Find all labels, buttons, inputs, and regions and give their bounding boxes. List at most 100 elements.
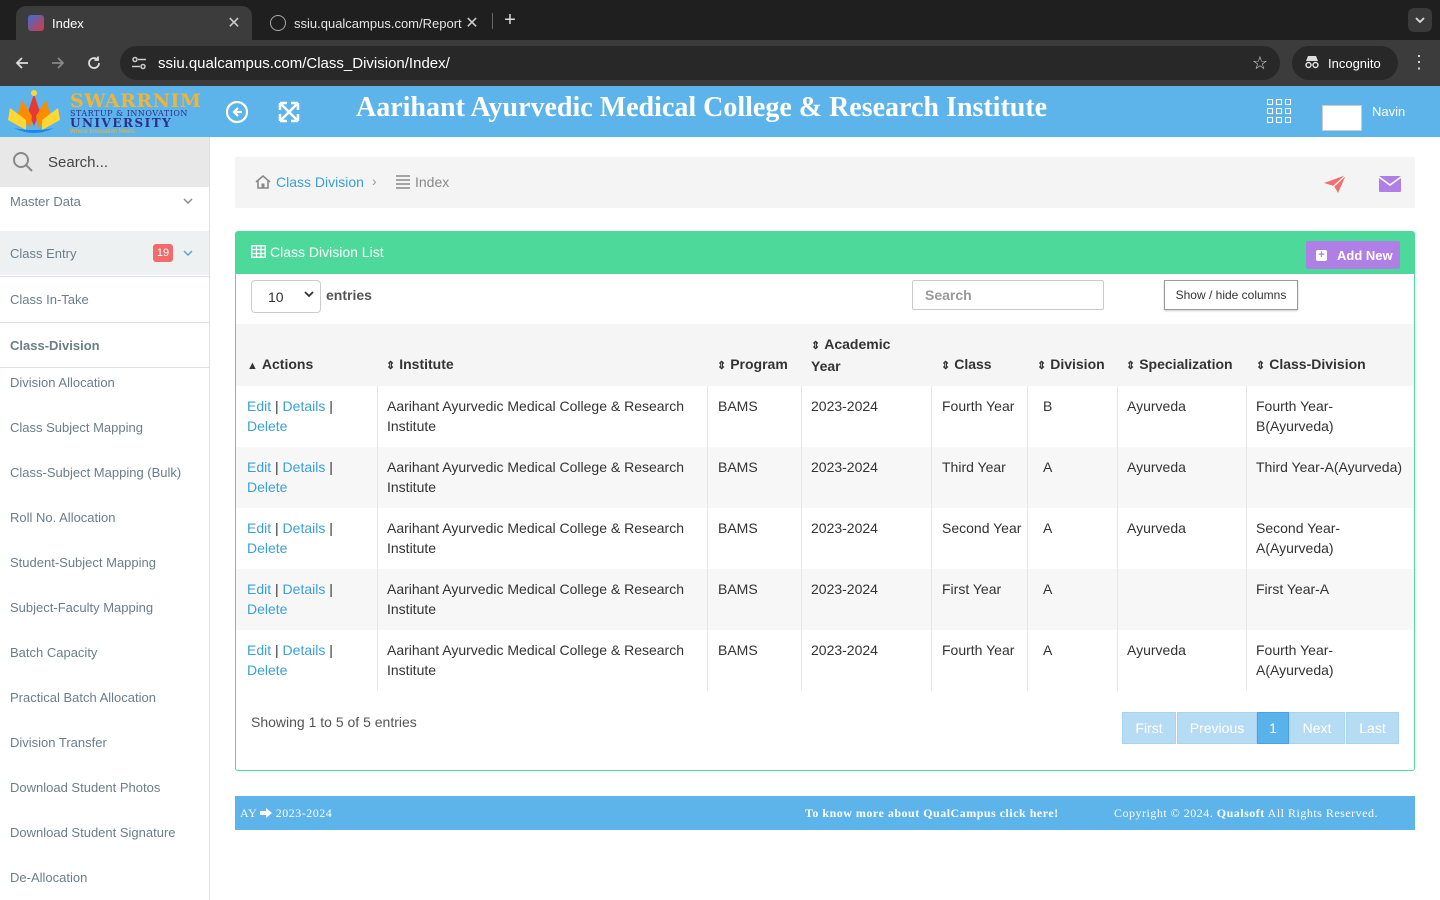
- pager-first-button[interactable]: First: [1122, 712, 1176, 744]
- incognito-label: Incognito: [1328, 55, 1381, 71]
- tab-index[interactable]: Index ✕: [16, 6, 252, 40]
- sidebar-item-subject-faculty-mapping[interactable]: Subject-Faculty Mapping: [0, 593, 209, 621]
- delete-link[interactable]: Delete: [247, 540, 287, 556]
- column-divider: [377, 630, 378, 691]
- details-link[interactable]: Details: [283, 581, 326, 597]
- sidebar-item-label: Class Subject Mapping: [10, 419, 143, 435]
- column-header-academic-year[interactable]: ⇕ Academic Year: [811, 334, 911, 376]
- column-divider: [1246, 630, 1247, 691]
- column-header-specialization[interactable]: ⇕ Specialization: [1126, 354, 1233, 376]
- add-new-button[interactable]: + Add New: [1306, 241, 1400, 269]
- sidebar-item-label: Batch Capacity: [10, 644, 98, 660]
- back-button[interactable]: [11, 52, 33, 74]
- new-tab-button[interactable]: +: [500, 9, 520, 32]
- column-divider: [801, 569, 802, 630]
- sidebar-item-label: De-Allocation: [10, 869, 88, 885]
- sidebar-item-label: Download Student Photos: [10, 779, 161, 795]
- bookmark-star-icon[interactable]: ☆: [1252, 53, 1268, 74]
- cell-class-division: Fourth Year-A(Ayurveda): [1256, 642, 1334, 678]
- sidebar-item-roll-no-allocation[interactable]: Roll No. Allocation: [0, 503, 209, 531]
- tab-search-button[interactable]: [1408, 8, 1432, 32]
- breadcrumb-link-class-division[interactable]: Class Division: [276, 174, 364, 190]
- university-logo[interactable]: SWARRNIM STARTUP & INNOVATION UNIVERSITY…: [0, 86, 210, 137]
- search-icon: [13, 152, 33, 172]
- chevron-down-icon: [183, 194, 193, 208]
- cell-division: A: [1043, 459, 1053, 475]
- column-header-division[interactable]: ⇕ Division: [1037, 354, 1105, 376]
- sidebar-item-label: Practical Batch Allocation: [10, 689, 156, 705]
- pager-next-button[interactable]: Next: [1289, 712, 1345, 744]
- lotus-logo-icon: [8, 90, 60, 133]
- qualcampus-info-link[interactable]: To know more about QualCampus click here…: [805, 806, 1059, 821]
- reload-button[interactable]: [83, 52, 105, 74]
- column-divider: [707, 569, 708, 630]
- paper-plane-icon[interactable]: [1323, 174, 1347, 194]
- sidebar-item-division-allocation[interactable]: Division Allocation: [0, 368, 209, 396]
- column-divider: [931, 569, 932, 630]
- column-header-class[interactable]: ⇕ Class: [941, 354, 992, 376]
- sidebar-item-division-transfer[interactable]: Division Transfer: [0, 728, 209, 756]
- tab-close-icon[interactable]: ✕: [224, 13, 244, 33]
- sidebar-item-label: Class-Subject Mapping (Bulk): [10, 464, 182, 480]
- sidebar-item-class-entry[interactable]: Class Entry 19: [0, 231, 209, 275]
- details-link[interactable]: Details: [283, 642, 326, 658]
- sidebar-item-class-subject-mapping[interactable]: Class Subject Mapping: [0, 413, 209, 441]
- edit-link[interactable]: Edit: [247, 642, 271, 658]
- details-link[interactable]: Details: [283, 398, 326, 414]
- column-header-program[interactable]: ⇕ Program: [717, 354, 788, 376]
- delete-link[interactable]: Delete: [247, 662, 287, 678]
- copyright-label: Copyright © 2024.: [1114, 806, 1214, 820]
- browser-menu-icon[interactable]: ⋮: [1410, 52, 1428, 73]
- delete-link[interactable]: Delete: [247, 601, 287, 617]
- user-name[interactable]: Navin: [1372, 104, 1405, 119]
- column-header-institute[interactable]: ⇕ Institute: [386, 354, 454, 376]
- sidebar-item-class-in-take[interactable]: Class In-Take: [0, 277, 209, 321]
- edit-link[interactable]: Edit: [247, 581, 271, 597]
- sidebar-item-download-student-photos[interactable]: Download Student Photos: [0, 773, 209, 801]
- apps-grid-icon[interactable]: [1267, 99, 1293, 125]
- pager-previous-button[interactable]: Previous: [1177, 712, 1257, 744]
- site-settings-icon[interactable]: [130, 54, 148, 72]
- sort-icon: ⇕: [1126, 360, 1136, 372]
- pager-page-1-button[interactable]: 1: [1257, 712, 1289, 744]
- sidebar-search-input[interactable]: [48, 153, 198, 171]
- edit-link[interactable]: Edit: [247, 520, 271, 536]
- details-link[interactable]: Details: [283, 459, 326, 475]
- tab-close-icon[interactable]: ✕: [462, 13, 482, 33]
- sidebar-item-de-allocation[interactable]: De-Allocation: [0, 863, 209, 891]
- incognito-button[interactable]: Incognito: [1292, 46, 1398, 80]
- show-hide-columns-button[interactable]: Show / hide columns: [1164, 280, 1298, 310]
- sidebar-item-download-student-signature[interactable]: Download Student Signature: [0, 818, 209, 846]
- forward-button[interactable]: [47, 52, 69, 74]
- sort-icon: ⇕: [1256, 360, 1266, 372]
- column-header-class-division[interactable]: ⇕ Class-Division: [1256, 354, 1366, 376]
- sidebar-item-student-subject-mapping[interactable]: Student-Subject Mapping: [0, 548, 209, 576]
- envelope-icon[interactable]: [1379, 176, 1401, 192]
- details-link[interactable]: Details: [283, 520, 326, 536]
- cell-actions: Edit | Details | Delete: [247, 457, 367, 497]
- delete-link[interactable]: Delete: [247, 479, 287, 495]
- table-search-input[interactable]: [912, 280, 1104, 310]
- edit-link[interactable]: Edit: [247, 398, 271, 414]
- sidebar-item-master-data[interactable]: Master Data: [0, 187, 209, 217]
- sidebar-item-practical-batch-allocation[interactable]: Practical Batch Allocation: [0, 683, 209, 711]
- sidebar-item-class-subject-mapping-bulk[interactable]: Class-Subject Mapping (Bulk): [0, 458, 209, 486]
- entries-select[interactable]: 10: [251, 280, 321, 313]
- sidebar-item-label: Class In-Take: [10, 291, 89, 307]
- avatar[interactable]: [1322, 105, 1362, 131]
- chevron-down-icon: [183, 246, 193, 260]
- tab-report[interactable]: ssiu.qualcampus.com/Report ✕: [258, 6, 490, 40]
- sidebar-item-class-division[interactable]: Class-Division: [0, 323, 209, 367]
- back-circle-button[interactable]: [224, 99, 250, 125]
- chevron-down-icon: [1415, 17, 1425, 24]
- address-bar[interactable]: ssiu.qualcampus.com/Class_Division/Index…: [120, 46, 1280, 80]
- fullscreen-button[interactable]: [276, 99, 302, 125]
- pager-last-button[interactable]: Last: [1346, 712, 1399, 744]
- action-separator: |: [275, 520, 279, 536]
- column-header-actions[interactable]: ▲ Actions: [247, 354, 313, 376]
- plus-square-icon: +: [1316, 249, 1327, 261]
- cell-year: 2023-2024: [811, 642, 878, 658]
- edit-link[interactable]: Edit: [247, 459, 271, 475]
- delete-link[interactable]: Delete: [247, 418, 287, 434]
- sidebar-item-batch-capacity[interactable]: Batch Capacity: [0, 638, 209, 666]
